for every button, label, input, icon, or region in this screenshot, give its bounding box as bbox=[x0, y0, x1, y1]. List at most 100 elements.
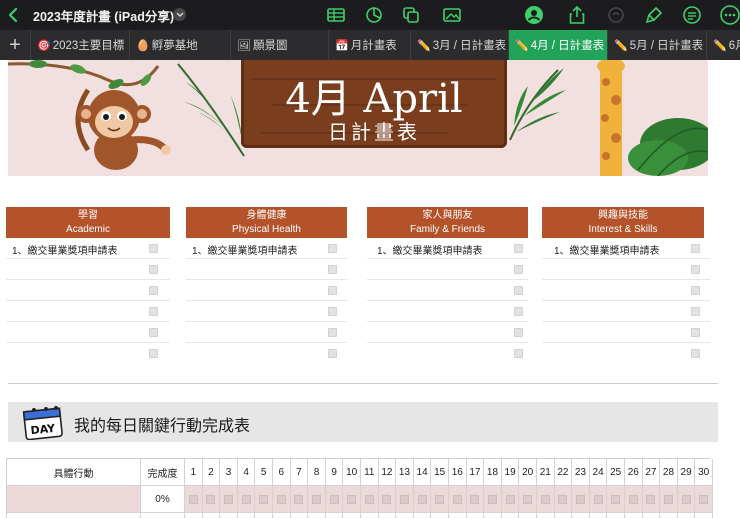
checkbox[interactable] bbox=[328, 244, 337, 253]
day-check-cell[interactable] bbox=[202, 486, 221, 513]
checkbox[interactable] bbox=[149, 307, 158, 316]
checkbox[interactable] bbox=[149, 286, 158, 295]
day-check-cell[interactable] bbox=[467, 513, 485, 518]
day-check-cell[interactable] bbox=[185, 513, 203, 518]
tab-vision-board[interactable]: 🖼 願景圖 bbox=[230, 30, 328, 60]
checkbox[interactable] bbox=[691, 265, 700, 274]
header-banner[interactable]: 4月 April 日計畫表 bbox=[8, 60, 708, 176]
column-header-day[interactable]: 20 bbox=[519, 459, 537, 486]
column-header-day[interactable]: 29 bbox=[677, 459, 696, 486]
checklist-row[interactable] bbox=[6, 259, 170, 280]
shapes-icon[interactable] bbox=[399, 3, 423, 27]
day-check-cell[interactable] bbox=[537, 486, 555, 513]
day-check-cell[interactable] bbox=[695, 513, 713, 518]
day-check-cell[interactable] bbox=[607, 486, 625, 513]
day-check-cell[interactable] bbox=[396, 513, 414, 518]
column-header-day[interactable]: 14 bbox=[413, 459, 432, 486]
day-check-cell[interactable] bbox=[555, 513, 573, 518]
checkbox[interactable] bbox=[514, 307, 523, 316]
share-icon[interactable] bbox=[565, 3, 589, 27]
collaborate-icon[interactable] bbox=[522, 3, 546, 27]
checklist-row[interactable] bbox=[367, 301, 528, 322]
day-check-cell[interactable] bbox=[255, 513, 273, 518]
checklist-row[interactable] bbox=[367, 280, 528, 301]
day-check-cell[interactable] bbox=[220, 486, 238, 513]
day-check-cell[interactable] bbox=[361, 486, 379, 513]
checklist-row[interactable] bbox=[186, 259, 347, 280]
day-check-cell[interactable] bbox=[343, 513, 361, 518]
checkbox[interactable] bbox=[149, 265, 158, 274]
column-header-day[interactable]: 10 bbox=[343, 459, 361, 486]
column-header-day[interactable]: 25 bbox=[607, 459, 625, 486]
day-check-cell[interactable] bbox=[572, 513, 590, 518]
checkbox[interactable] bbox=[514, 244, 523, 253]
chart-icon[interactable] bbox=[362, 3, 386, 27]
day-check-cell[interactable] bbox=[484, 513, 502, 518]
category-header[interactable]: 家人與朋友 Family & Friends bbox=[367, 207, 528, 238]
tab-dream-base[interactable]: 🥚 孵夢基地 bbox=[129, 30, 230, 60]
media-icon[interactable] bbox=[440, 3, 464, 27]
document-icon[interactable] bbox=[680, 3, 704, 27]
checkbox[interactable] bbox=[514, 349, 523, 358]
document-title[interactable]: 2023年度計畫 (iPad分享) bbox=[33, 6, 174, 25]
column-header-day[interactable]: 26 bbox=[625, 459, 643, 486]
day-check-cell[interactable] bbox=[519, 513, 537, 518]
checkbox[interactable] bbox=[691, 328, 700, 337]
checklist-item-text[interactable]: 1、繳交畢業獎項申請表 bbox=[192, 242, 298, 257]
column-header-day[interactable]: 18 bbox=[484, 459, 502, 486]
day-check-cell[interactable] bbox=[537, 513, 555, 518]
day-check-cell[interactable] bbox=[589, 486, 608, 513]
tab-2023-goals[interactable]: 🎯 2023主要目標 bbox=[30, 30, 129, 60]
checklist-row[interactable] bbox=[186, 280, 347, 301]
checkbox[interactable] bbox=[149, 244, 158, 253]
checkbox[interactable] bbox=[514, 328, 523, 337]
checkbox[interactable] bbox=[691, 349, 700, 358]
day-check-cell[interactable] bbox=[325, 486, 344, 513]
checklist-item-text[interactable]: 1、繳交畢業獎項申請表 bbox=[12, 242, 118, 257]
column-header-day[interactable]: 8 bbox=[308, 459, 326, 486]
day-check-cell[interactable] bbox=[625, 513, 643, 518]
column-header-day[interactable]: 7 bbox=[290, 459, 309, 486]
day-check-cell[interactable] bbox=[607, 513, 625, 518]
day-check-cell[interactable] bbox=[501, 486, 520, 513]
checklist-item-text[interactable]: 1、繳交畢業獎項申請表 bbox=[554, 242, 660, 257]
daily-action-table[interactable]: 具體行動 完成度 1 2 3 4 5 6 7 8 9 10 11 12 13 14 15 16 17 18 19 20 21… bbox=[6, 458, 713, 518]
category-header[interactable]: 學習 Academic bbox=[6, 207, 170, 238]
table-icon[interactable] bbox=[324, 3, 348, 27]
checkbox[interactable] bbox=[691, 244, 700, 253]
day-check-cell[interactable] bbox=[273, 486, 291, 513]
more-icon[interactable] bbox=[718, 3, 740, 27]
column-header-day[interactable]: 24 bbox=[589, 459, 608, 486]
day-check-cell[interactable] bbox=[326, 513, 344, 518]
column-header-day[interactable]: 27 bbox=[642, 459, 661, 486]
column-header-action[interactable]: 具體行動 bbox=[7, 459, 141, 486]
checklist-row[interactable] bbox=[542, 259, 710, 280]
checklist-row[interactable]: 1、繳交畢業獎項申請表 bbox=[542, 238, 710, 259]
checkbox[interactable] bbox=[691, 307, 700, 316]
column-header-day[interactable]: 19 bbox=[501, 459, 520, 486]
checklist-row[interactable]: 1、繳交畢業獎項申請表 bbox=[186, 238, 347, 259]
day-check-cell[interactable] bbox=[343, 486, 361, 513]
add-sheet-button[interactable]: + bbox=[0, 30, 30, 60]
day-check-cell[interactable] bbox=[308, 513, 326, 518]
daily-section-header[interactable]: DAY 我的每日關鍵行動完成表 bbox=[8, 402, 718, 442]
checkbox[interactable] bbox=[328, 265, 337, 274]
checklist-row[interactable] bbox=[6, 301, 170, 322]
checklist-row[interactable] bbox=[367, 343, 528, 364]
checkbox[interactable] bbox=[328, 349, 337, 358]
day-check-cell[interactable] bbox=[413, 486, 432, 513]
column-header-day[interactable]: 13 bbox=[396, 459, 414, 486]
day-check-cell[interactable] bbox=[378, 486, 397, 513]
day-check-cell[interactable] bbox=[431, 486, 449, 513]
checklist-row[interactable] bbox=[6, 280, 170, 301]
checkbox[interactable] bbox=[328, 328, 337, 337]
day-check-cell[interactable] bbox=[449, 513, 467, 518]
column-header-day[interactable]: 22 bbox=[554, 459, 573, 486]
column-header-day[interactable]: 6 bbox=[273, 459, 291, 486]
column-header-day[interactable]: 30 bbox=[695, 459, 713, 486]
day-check-cell[interactable] bbox=[642, 486, 661, 513]
column-header-day[interactable]: 15 bbox=[431, 459, 449, 486]
day-check-cell[interactable] bbox=[678, 513, 696, 518]
action-cell[interactable] bbox=[7, 486, 141, 513]
day-check-cell[interactable] bbox=[695, 486, 713, 513]
